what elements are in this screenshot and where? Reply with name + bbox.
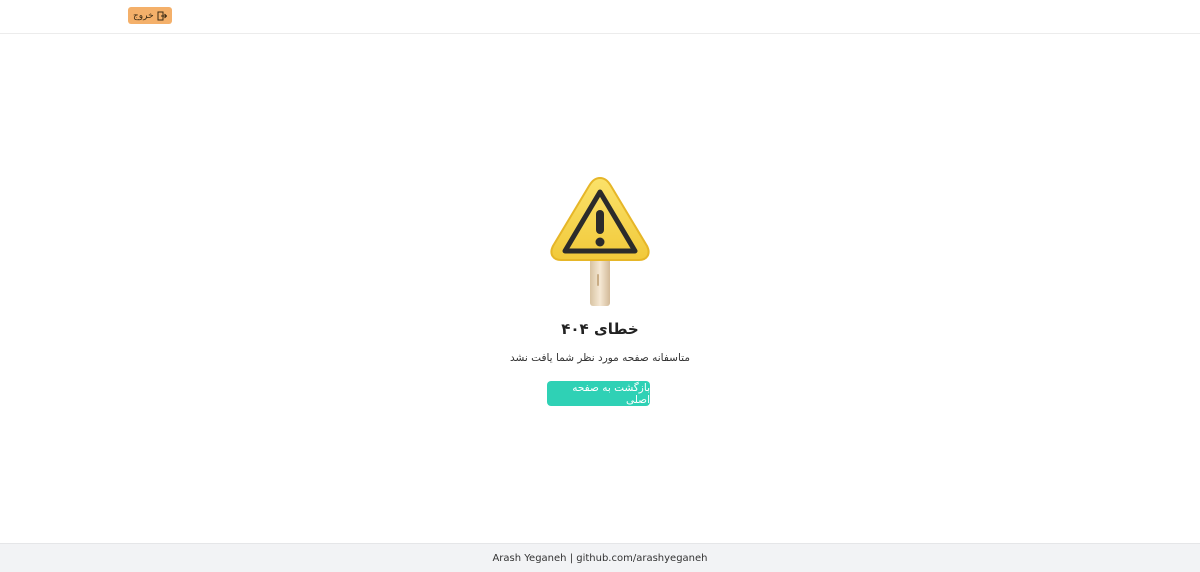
back-to-home-button[interactable]: بازگشت به صفحه اصلی [547,381,650,406]
footer: Arash Yeganeh | github.com/arashyeganeh [0,543,1200,572]
logout-button[interactable]: خروج [128,7,172,24]
footer-credit[interactable]: Arash Yeganeh | github.com/arashyeganeh [492,553,707,564]
main-content: خطای ۴۰۴ متاسفانه صفحه مورد نظر شما یافت… [0,34,1200,543]
error-message: متاسفانه صفحه مورد نظر شما یافت نشد [510,352,690,364]
logout-icon [157,11,167,21]
page: خروج خطای ۴۰۴ متاسفانه صفحه مورد نظر شما… [0,0,1200,572]
top-bar: خروج [0,0,1200,34]
error-title: خطای ۴۰۴ [561,320,639,338]
warning-sign-icon [550,176,650,306]
logout-label: خروج [133,10,154,21]
